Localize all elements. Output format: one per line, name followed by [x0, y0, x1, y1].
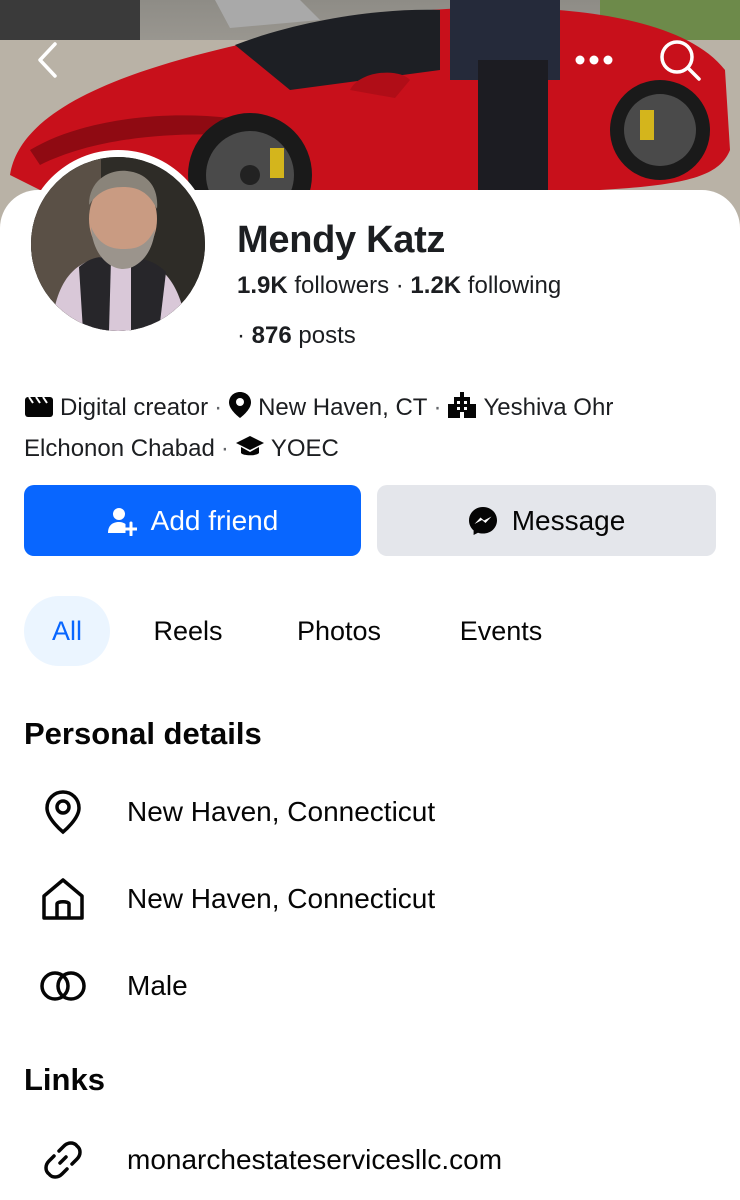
gender-rings-icon — [24, 970, 102, 1002]
more-dots-icon — [575, 55, 613, 65]
chevron-left-icon — [38, 42, 57, 78]
message-label: Message — [511, 504, 626, 536]
search-button[interactable] — [654, 34, 706, 86]
messenger-icon — [468, 506, 498, 536]
detail-website[interactable]: monarchestateservicesllc.com — [24, 1130, 724, 1190]
hometown-text: New Haven, Connecticut — [127, 883, 436, 914]
location-pin-icon — [228, 391, 252, 430]
location-pin-outline-icon — [24, 789, 102, 835]
followers-link[interactable]: 1.9K followers — [237, 272, 389, 299]
follow-stats: 1.9K followers · 1.2K following — [237, 272, 561, 300]
following-link[interactable]: 1.2K following — [410, 272, 561, 299]
intro-line-1: Digital creator · New Haven, CT · Yeshiva … — [24, 389, 724, 430]
detail-current-city[interactable]: New Haven, Connecticut — [24, 782, 724, 842]
intro-category: Digital creator — [60, 394, 209, 421]
avatar-image — [31, 157, 205, 331]
tab-events[interactable]: Events — [440, 596, 562, 666]
detail-hometown[interactable]: New Haven, Connecticut — [24, 869, 724, 929]
home-icon — [24, 876, 102, 922]
building-icon — [447, 391, 477, 430]
add-friend-button[interactable]: Add friend — [24, 485, 361, 556]
back-button[interactable] — [22, 34, 74, 86]
posts-count: 876 — [251, 322, 292, 349]
link-icon — [24, 1137, 102, 1183]
personal-details-title: Personal details — [24, 716, 262, 751]
profile-name: Mendy Katz — [237, 219, 446, 261]
intro-education: YOEC — [270, 435, 339, 462]
tab-photos[interactable]: Photos — [276, 596, 402, 666]
following-label: following — [467, 272, 562, 299]
intro-workplace-line2: Elchonon Chabad — [24, 435, 215, 462]
profile-picture[interactable] — [24, 150, 212, 338]
more-options-button[interactable] — [568, 34, 620, 86]
intro-workplace-line1: Yeshiva Ohr — [483, 394, 614, 421]
add-friend-label: Add friend — [150, 504, 279, 536]
posts-stat: · 876 posts — [237, 322, 356, 350]
current-city-text: New Haven, Connecticut — [127, 796, 436, 827]
tab-all[interactable]: All — [24, 596, 110, 666]
clapperboard-icon — [24, 393, 54, 430]
posts-label: posts — [298, 322, 356, 349]
avatar — [31, 157, 205, 331]
detail-gender: Male — [24, 956, 724, 1016]
followers-count: 1.9K — [237, 272, 288, 299]
gender-text: Male — [127, 970, 188, 1001]
followers-label: followers — [294, 272, 390, 299]
stats-separator: · — [395, 272, 411, 299]
intro-location: New Haven, CT — [258, 394, 428, 421]
graduation-cap-icon — [235, 434, 265, 471]
website-link[interactable]: monarchestateservicesllc.com — [127, 1144, 502, 1176]
search-icon — [660, 40, 701, 81]
posts-separator: · — [237, 322, 252, 349]
following-count: 1.2K — [410, 272, 462, 299]
profile-intro: Digital creator · New Haven, CT · Yeshiva … — [24, 389, 724, 471]
message-button[interactable]: Message — [377, 485, 716, 556]
links-title: Links — [24, 1062, 105, 1097]
tab-reels[interactable]: Reels — [136, 596, 240, 666]
profile-card — [0, 190, 740, 1200]
intro-line-2: Elchonon Chabad · YOEC — [24, 430, 724, 471]
add-person-icon — [107, 506, 137, 536]
